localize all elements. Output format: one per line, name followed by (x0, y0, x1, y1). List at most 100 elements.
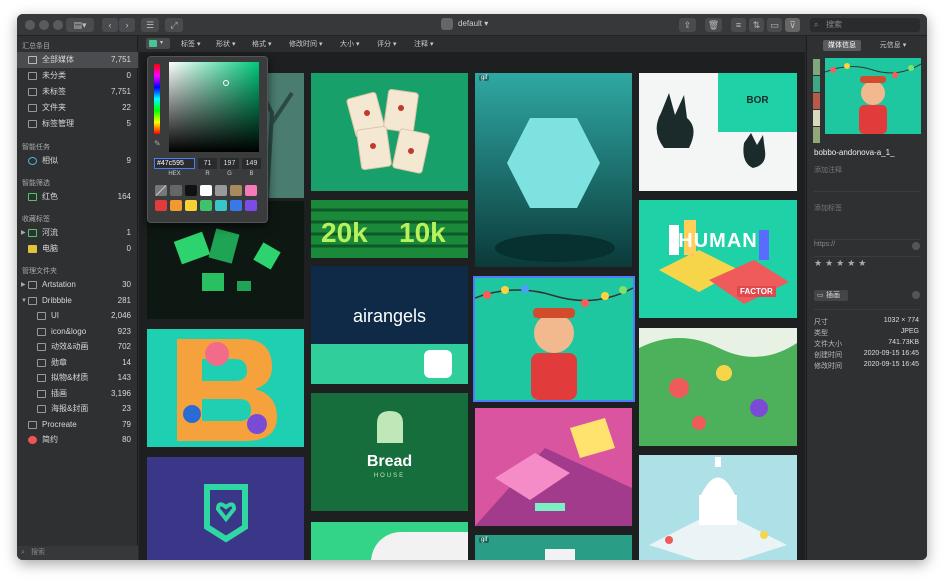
sidebar-item-procreate[interactable]: Procreate 79 (17, 417, 138, 433)
sidebar-item-illustration[interactable]: 插画 3,196 (17, 386, 138, 402)
sidebar-item-all-media[interactable]: 全部媒体 7,751 (17, 52, 138, 68)
tag-input[interactable]: 添加标签 (814, 203, 842, 213)
sidebar-item-uncategorized[interactable]: 未分类 0 (17, 68, 138, 84)
filter-notes[interactable]: 注释 ▾ (414, 39, 433, 49)
thumbnail-shield-heart[interactable] (147, 457, 304, 560)
swatch-cyan[interactable] (215, 200, 227, 211)
thumbnail-hexagon-pool[interactable]: gif (475, 73, 632, 267)
swatch-none[interactable] (155, 185, 167, 196)
sidebar-item-poster[interactable]: 海报&封面 23 (17, 401, 138, 417)
close-window-button[interactable] (25, 20, 35, 30)
rating-stars[interactable]: ★★★★★ (814, 258, 869, 269)
library-switcher[interactable]: default ▾ (458, 19, 488, 28)
share-icon[interactable]: ⇪ (679, 18, 696, 32)
url-go-icon[interactable] (912, 242, 920, 250)
sidebar-item-icon-logo[interactable]: icon&logo 923 (17, 324, 138, 340)
filter-modified[interactable]: 修改时间 ▾ (289, 39, 322, 49)
thumbnail-bread-house[interactable]: Bread HOUSE (311, 393, 468, 511)
swatch-yellow[interactable] (185, 200, 197, 211)
palette-color[interactable] (813, 127, 820, 143)
green-input[interactable]: 197 (220, 158, 239, 169)
eyedropper-icon[interactable]: ✎ (154, 139, 161, 148)
tab-media-info[interactable]: 媒体信息 (823, 40, 861, 51)
swatch-blue[interactable] (230, 200, 242, 211)
thumbnail-girl-lights-selected[interactable] (473, 276, 635, 402)
filter-size[interactable]: 大小 ▾ (340, 39, 359, 49)
filter-rating[interactable]: 评分 ▾ (377, 39, 396, 49)
sidebar-item-ui[interactable]: UI 2,046 (17, 308, 138, 324)
sidebar-item-motion[interactable]: 动效&动画 702 (17, 339, 138, 355)
disclosure-icon[interactable]: ▶ (21, 225, 26, 241)
hex-input[interactable]: #47c595 (154, 158, 195, 169)
thumbnail-20k-10k[interactable]: 20k 10k (311, 200, 468, 258)
sidebar-item-folders[interactable]: 文件夹 22 (17, 100, 138, 116)
disclosure-icon[interactable]: ▶ (21, 277, 26, 293)
thumbnail-capitol[interactable] (639, 455, 797, 560)
sidebar-item-untagged[interactable]: 未标签 7,751 (17, 84, 138, 100)
zoom-window-button[interactable] (53, 20, 63, 30)
tab-metadata[interactable]: 元信息 ▾ (873, 40, 913, 51)
fullscreen-icon[interactable]: ⤢ (165, 18, 183, 32)
sidebar-item-river[interactable]: ▶ 河流 1 (17, 225, 138, 241)
color-filter-button[interactable]: ▾ (146, 38, 170, 49)
thumbnail-playing-cards[interactable] (311, 73, 468, 191)
sidebar-search[interactable]: ⌕ 搜索 (17, 546, 138, 560)
sidebar-item-artstation[interactable]: ▶ Artstation 30 (17, 277, 138, 293)
sidebar-item-dribbble[interactable]: ▼ Dribbble 281 (17, 293, 138, 309)
sidebar-item-tag-manager[interactable]: 标签管理 5 (17, 116, 138, 132)
filter-shape[interactable]: 形状 ▾ (216, 39, 235, 49)
filter-icon[interactable]: ⊽ (785, 18, 800, 32)
list-view-button[interactable]: ☰ (141, 18, 159, 32)
list-icon[interactable]: ≡ (731, 18, 746, 32)
folder-chip[interactable]: ▭ 插画 (814, 290, 848, 301)
sort-icon[interactable]: ⇅ (749, 18, 764, 32)
forward-button[interactable]: › (119, 18, 135, 32)
preview-image[interactable] (825, 58, 921, 134)
search-input[interactable]: ⌕ 搜索 (810, 18, 920, 32)
file-name[interactable]: bobbo-andonova-a_1_ (814, 148, 895, 157)
filter-format[interactable]: 格式 ▾ (252, 39, 271, 49)
blue-input[interactable]: 149 (242, 158, 261, 169)
thumbnail-letter-b[interactable] (147, 329, 304, 447)
saturation-brightness-field[interactable] (169, 62, 259, 152)
swatch-white[interactable] (200, 185, 212, 196)
thumbnail-pink-city[interactable] (475, 408, 632, 526)
swatch-orange[interactable] (170, 200, 182, 211)
palette-color[interactable] (813, 110, 820, 126)
thumbnail-partial[interactable]: gif (475, 535, 632, 560)
minimize-window-button[interactable] (39, 20, 49, 30)
swatch-gray[interactable] (170, 185, 182, 196)
sidebar-item-red[interactable]: 红色 164 (17, 189, 138, 205)
hue-slider[interactable] (154, 64, 160, 134)
sidebar-item-minimal[interactable]: 简约 80 (17, 432, 138, 448)
swatch-silver[interactable] (215, 185, 227, 196)
sidebar-item-badge[interactable]: 勋章 14 (17, 355, 138, 371)
sidebar-item-similar[interactable]: 相似 9 (17, 153, 138, 169)
sidebar-toggle-button[interactable]: ▤▾ (66, 18, 94, 32)
thumbnail-green-world[interactable] (639, 328, 797, 446)
swatch-brown[interactable] (230, 185, 242, 196)
note-input[interactable]: 添加注释 (814, 165, 842, 175)
thumbnail-human-factor[interactable]: HUMAN FACTOR (639, 200, 797, 318)
color-cursor[interactable] (223, 80, 229, 86)
sidebar-item-skeuomorph[interactable]: 拟物&材质 143 (17, 370, 138, 386)
red-input[interactable]: 71 (198, 158, 217, 169)
back-button[interactable]: ‹ (102, 18, 118, 32)
palette-color[interactable] (813, 59, 820, 75)
swatch-red[interactable] (155, 200, 167, 211)
inspector-toggle-icon[interactable]: ▭ (767, 18, 782, 32)
url-input[interactable]: https:// (814, 241, 835, 248)
thumbnail-bor-logo[interactable]: BOR (639, 73, 797, 191)
thumbnail-green-ui[interactable] (311, 522, 468, 560)
trash-icon[interactable]: 🗑 (705, 18, 722, 32)
swatch-black[interactable] (185, 185, 197, 196)
palette-color[interactable] (813, 93, 820, 109)
swatch-purple[interactable] (245, 200, 257, 211)
thumbnail-airangels[interactable]: airangels (311, 266, 468, 384)
palette-color[interactable] (813, 76, 820, 92)
add-folder-icon[interactable] (912, 291, 920, 299)
sidebar-item-computer[interactable]: 电脑 0 (17, 241, 138, 257)
swatch-pink[interactable] (245, 185, 257, 196)
filter-tags[interactable]: 标签 ▾ (181, 39, 200, 49)
swatch-green[interactable] (200, 200, 212, 211)
